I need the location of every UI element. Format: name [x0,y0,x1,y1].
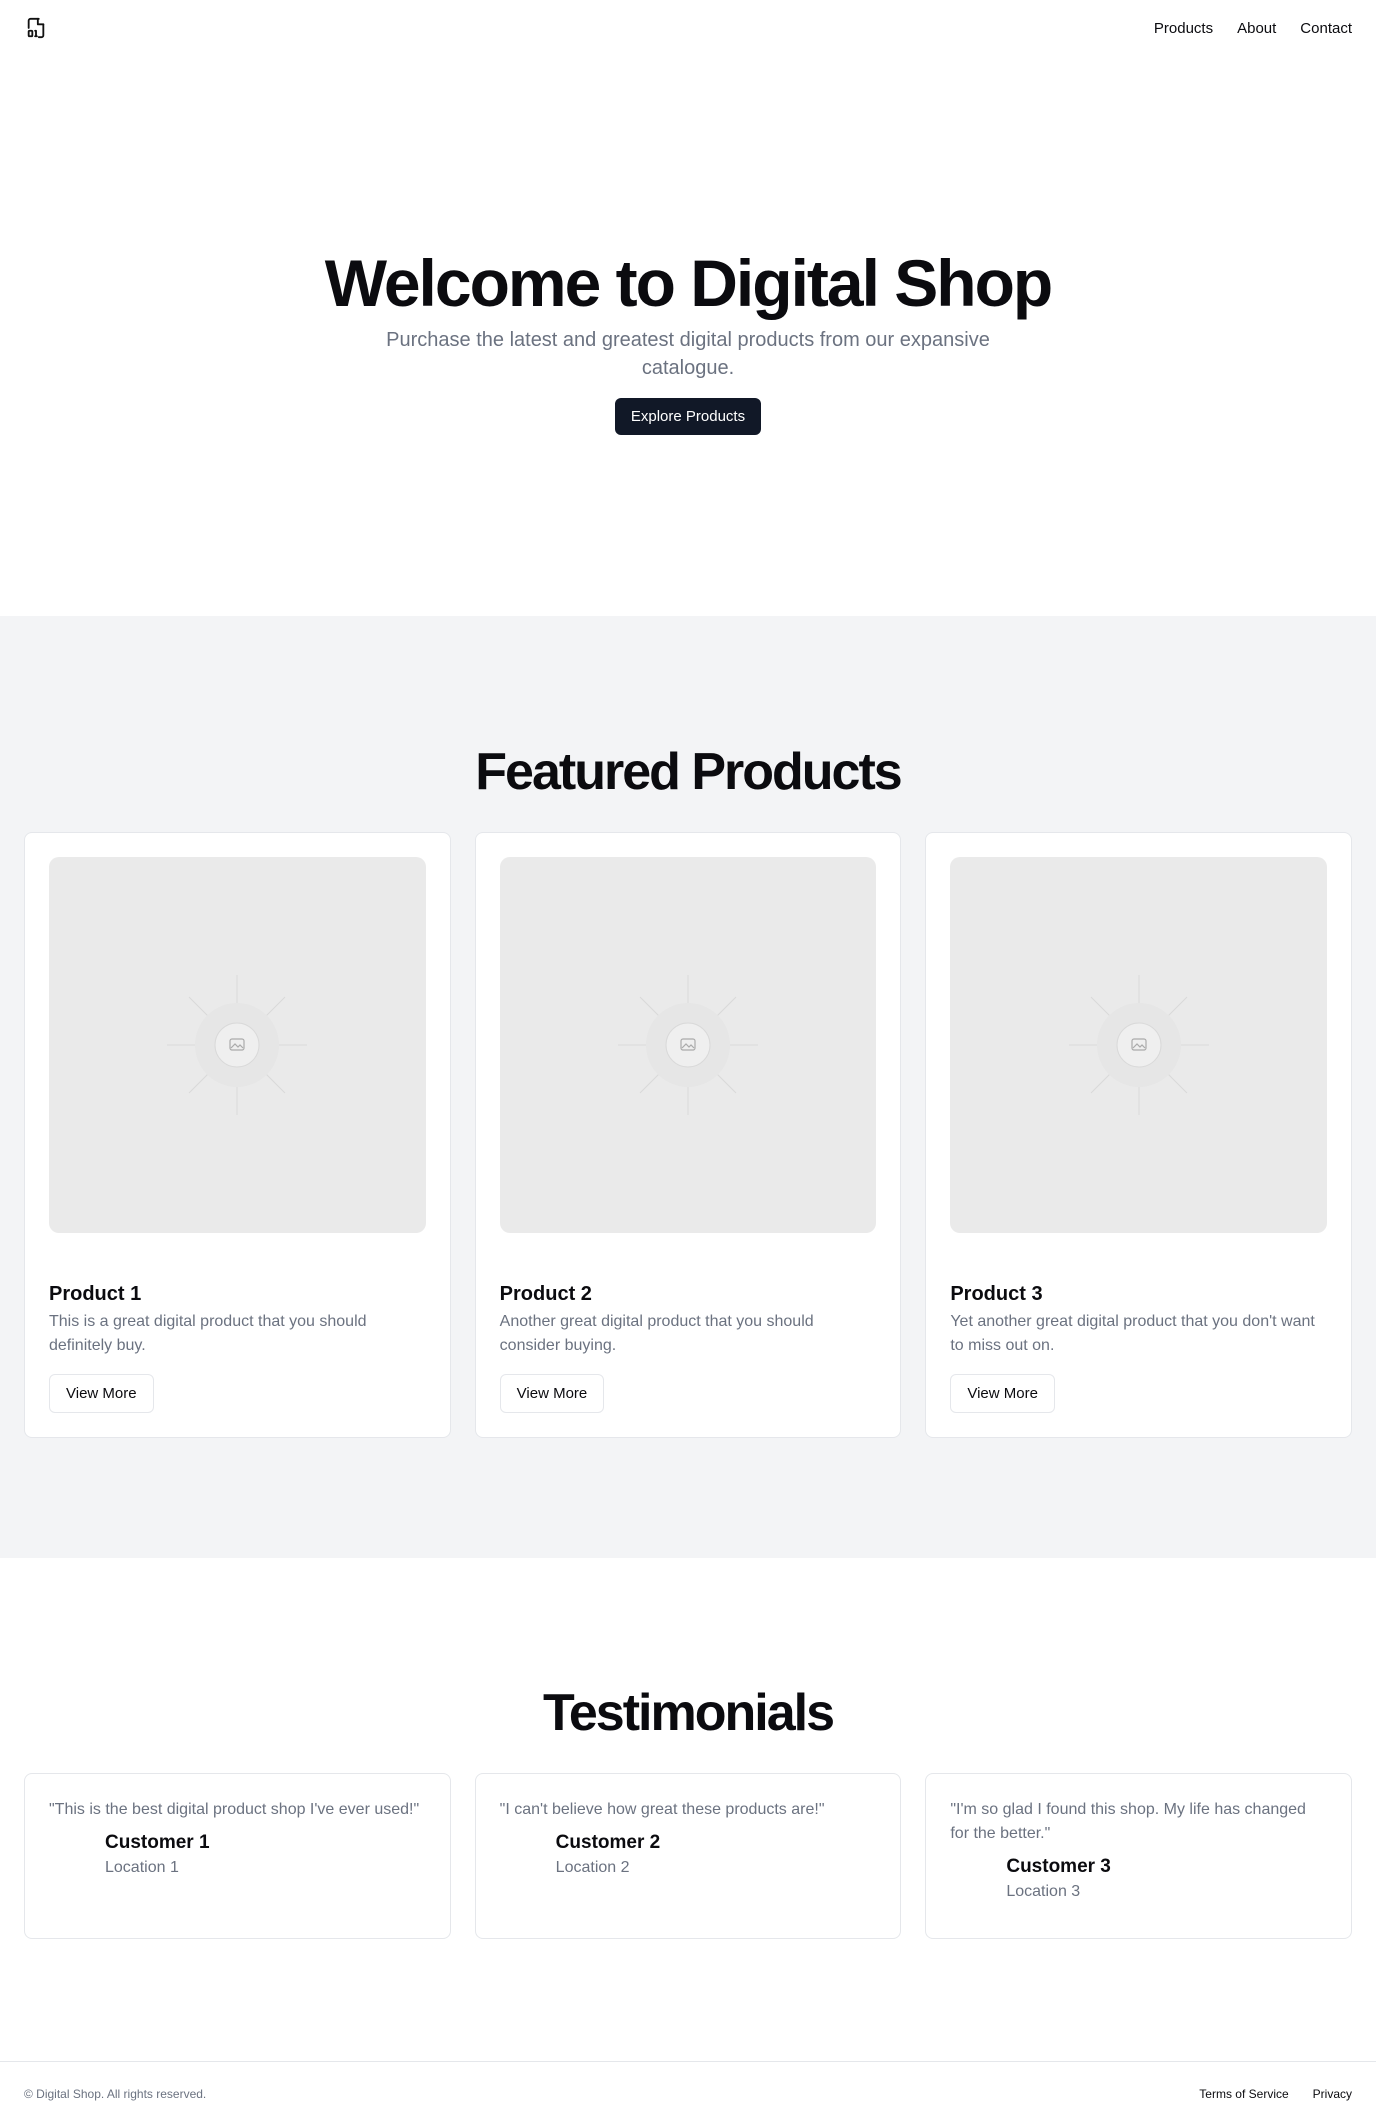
image-placeholder-icon [1068,975,1209,1115]
featured-products-section: Featured Products Product 1 This is a gr… [0,616,1376,1558]
customer-location: Location 3 [1006,1883,1081,1900]
main-nav: Products About Contact [1154,20,1352,37]
customer-location: Location 2 [555,1859,630,1876]
view-more-button[interactable]: View More [499,1374,605,1413]
nav-link-about[interactable]: About [1237,20,1276,37]
terms-of-service-link[interactable]: Terms of Service [1199,2087,1288,2101]
footer-links: Terms of Service Privacy [1199,2087,1352,2101]
customer-location: Location 1 [105,1859,179,1876]
product-name: Product 2 [499,1283,592,1305]
testimonial-grid: "This is the best digital product shop I… [0,1773,1376,1939]
testimonial-author: Customer 2 Location 2 [500,1830,877,1880]
product-description: Yet another great digital product that y… [950,1313,1315,1354]
hero-section: Welcome to Digital Shop Purchase the lat… [0,56,1376,616]
hero-title: Welcome to Digital Shop [324,246,1054,320]
product-grid: Product 1 This is a great digital produc… [0,832,1376,1438]
product-image [49,857,426,1233]
product-card: Product 3 Yet another great digital prod… [925,832,1353,1438]
customer-name: Customer 1 [105,1832,210,1853]
customer-name: Customer 3 [1006,1856,1111,1877]
site-footer: © Digital Shop. All rights reserved. Ter… [0,2061,1376,2126]
image-placeholder-icon [167,975,308,1115]
product-name: Product 1 [49,1283,142,1305]
testimonials-title: Testimonials [542,1684,835,1742]
testimonial-quote: "I can't believe how great these product… [499,1801,825,1818]
file-binary-icon[interactable] [24,16,48,40]
testimonial-card: "I'm so glad I found this shop. My life … [925,1773,1353,1939]
testimonial-card: "I can't believe how great these product… [474,1773,902,1939]
product-image [950,857,1328,1233]
product-image [499,857,877,1233]
featured-title: Featured Products [475,743,902,801]
testimonial-card: "This is the best digital product shop I… [24,1773,451,1939]
product-card: Product 2 Another great digital product … [474,832,902,1438]
image-placeholder-icon [618,975,758,1115]
view-more-button[interactable]: View More [49,1374,154,1413]
copyright-text: © Digital Shop. All rights reserved. [24,2087,207,2101]
product-card: Product 1 This is a great digital produc… [24,832,451,1438]
product-description: Another great digital product that you s… [499,1313,814,1354]
explore-products-button[interactable]: Explore Products [614,397,762,435]
view-more-button[interactable]: View More [950,1374,1055,1413]
privacy-link[interactable]: Privacy [1313,2087,1352,2101]
testimonial-quote: "I'm so glad I found this shop. My life … [950,1801,1306,1842]
testimonials-section: Testimonials "This is the best digital p… [0,1558,1376,2061]
product-description: This is a great digital product that you… [49,1313,367,1354]
customer-name: Customer 2 [555,1832,661,1853]
hero-subtitle: Purchase the latest and greatest digital… [386,328,990,379]
nav-link-contact[interactable]: Contact [1300,20,1352,37]
testimonial-quote: "This is the best digital product shop I… [49,1801,420,1818]
nav-link-products[interactable]: Products [1154,20,1213,37]
testimonial-author: Customer 3 Location 3 [950,1854,1327,1904]
testimonial-author: Customer 1 Location 1 [49,1830,426,1880]
site-header: Products About Contact [0,0,1376,56]
product-name: Product 3 [950,1283,1043,1305]
